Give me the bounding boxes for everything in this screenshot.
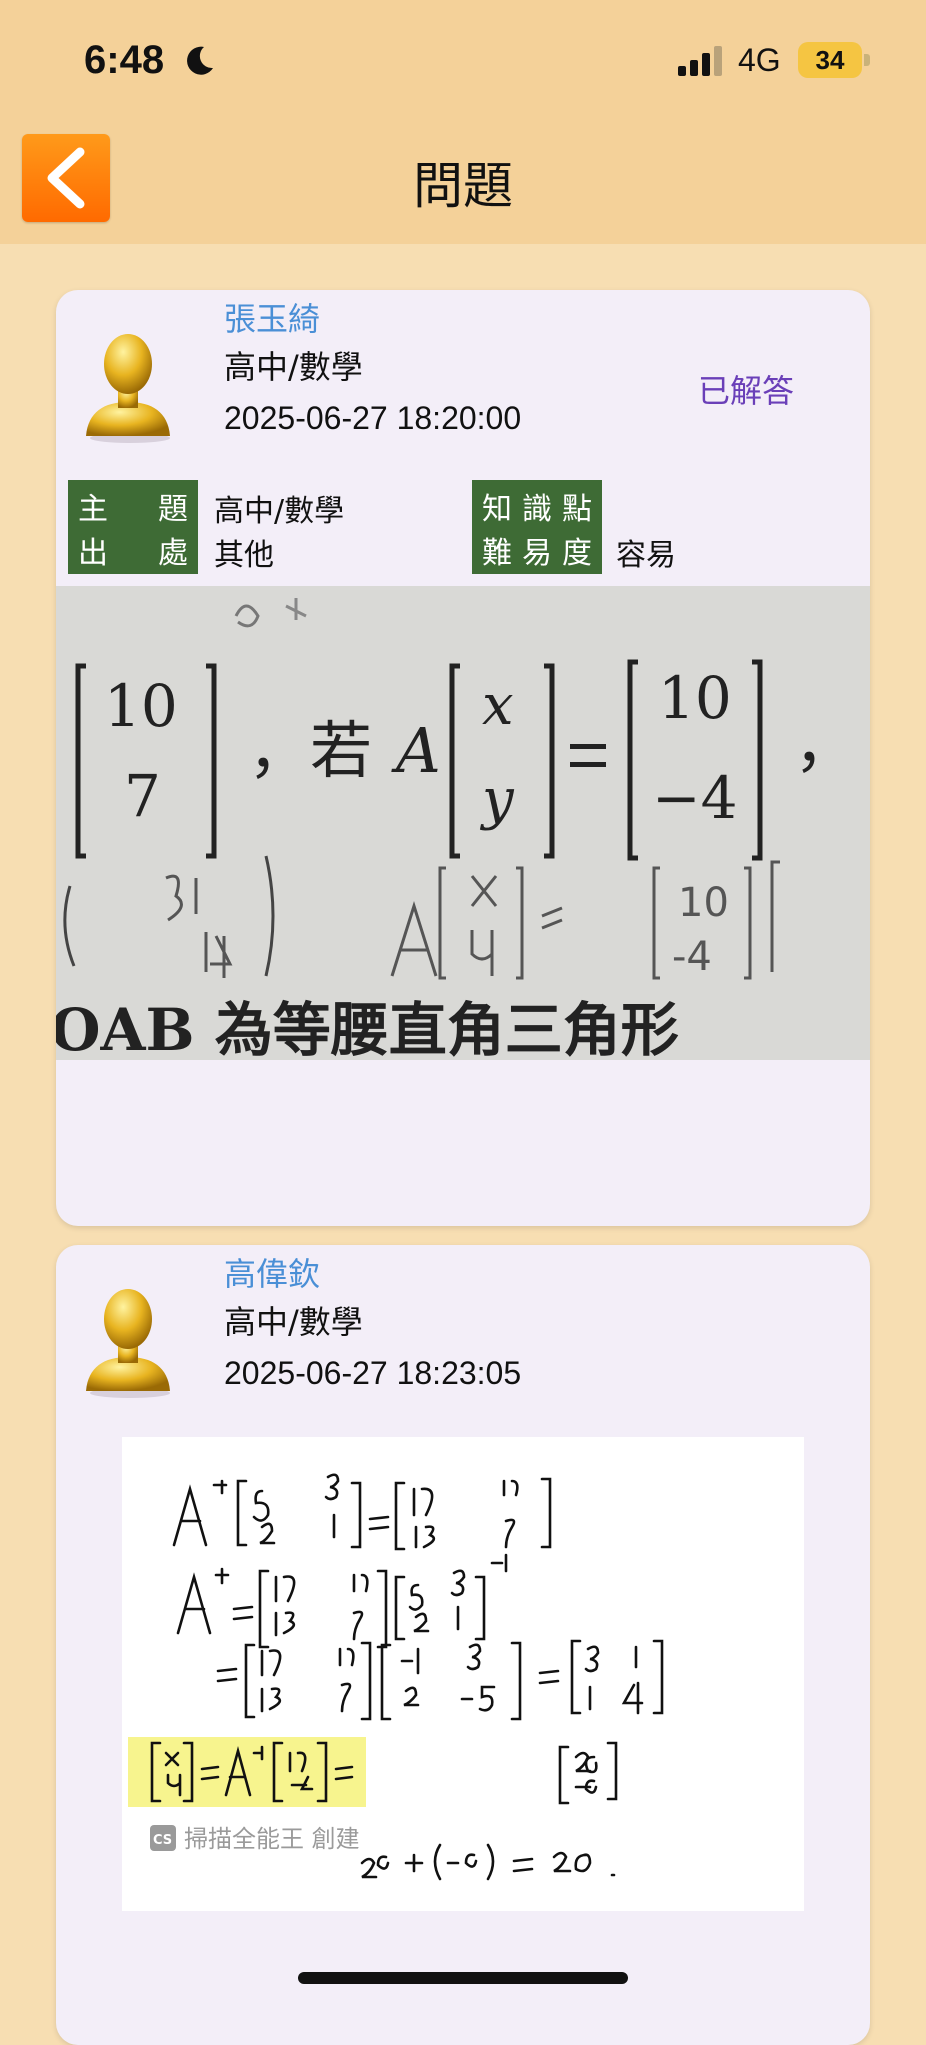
svg-text:y: y: [479, 767, 515, 832]
signal-icon: [678, 46, 722, 76]
avatar-icon: [86, 1289, 170, 1398]
scanner-watermark: 掃描全能王 創建: [184, 1825, 360, 1853]
question-card[interactable]: 張玉綺 高中/數學 2025-06-27 18:20:00 已解答 主 題 出 …: [56, 290, 870, 1226]
svg-text:CS: CS: [153, 1833, 172, 1848]
knowledge-label: 知識點: [482, 492, 592, 527]
page-title: 問題: [413, 157, 513, 215]
topic-label: 主 題: [78, 492, 188, 527]
answer-card[interactable]: 高偉欽 高中/數學 2025-06-27 18:23:05 CS 掃描全能王 創…: [56, 1245, 870, 2045]
network-label: 4G: [738, 42, 781, 78]
svg-text:10: 10: [104, 672, 178, 740]
difficulty-value: 容易: [616, 538, 676, 573]
status-time: 6:48: [84, 38, 165, 82]
svg-text:x: x: [482, 673, 514, 738]
status-bar: 6:48 4G 34: [0, 0, 926, 128]
svg-text:7: 7: [124, 762, 161, 830]
svg-text:10: 10: [658, 664, 732, 732]
svg-text:10: 10: [678, 880, 729, 926]
home-indicator[interactable]: [298, 1972, 628, 1984]
battery-tip: [864, 54, 870, 66]
post-datetime: 2025-06-27 18:23:05: [224, 1355, 522, 1391]
user-name[interactable]: 張玉綺: [224, 294, 320, 340]
svg-text:−4: −4: [652, 764, 738, 832]
source-label: 出 處: [78, 536, 188, 571]
status-badge: 已解答: [698, 372, 795, 410]
source-value: 其他: [214, 538, 274, 573]
question-photo[interactable]: 10 7 ，若 A x y 10 −4 ， 10 -4 OAB 為等腰直角三角形: [56, 586, 870, 1060]
meta-tag-knowledge-difficulty: 知識點 難易度: [472, 480, 602, 574]
condition-text: ，若: [248, 714, 372, 787]
svg-text:，: ，: [794, 708, 856, 781]
avatar-icon: [86, 334, 170, 443]
difficulty-label: 難易度: [482, 536, 592, 571]
meta-tag-topic-source: 主 題 出 處: [68, 480, 198, 574]
topic-value: 高中/數學: [214, 494, 345, 529]
moon-icon: [187, 46, 213, 75]
matrix-a-label: A: [391, 714, 441, 787]
photo-bottom-text: OAB 為等腰直角三角形: [56, 996, 679, 1060]
svg-text:-4: -4: [672, 934, 712, 980]
post-datetime: 2025-06-27 18:20:00: [224, 400, 522, 436]
battery-indicator: 34: [798, 42, 862, 78]
answer-handwriting-image[interactable]: CS 掃描全能王 創建: [122, 1437, 804, 1911]
user-name[interactable]: 高偉欽: [224, 1249, 320, 1295]
subject-text: 高中/數學: [224, 1303, 363, 1341]
subject-text: 高中/數學: [224, 348, 363, 386]
battery-level: 34: [815, 44, 845, 75]
